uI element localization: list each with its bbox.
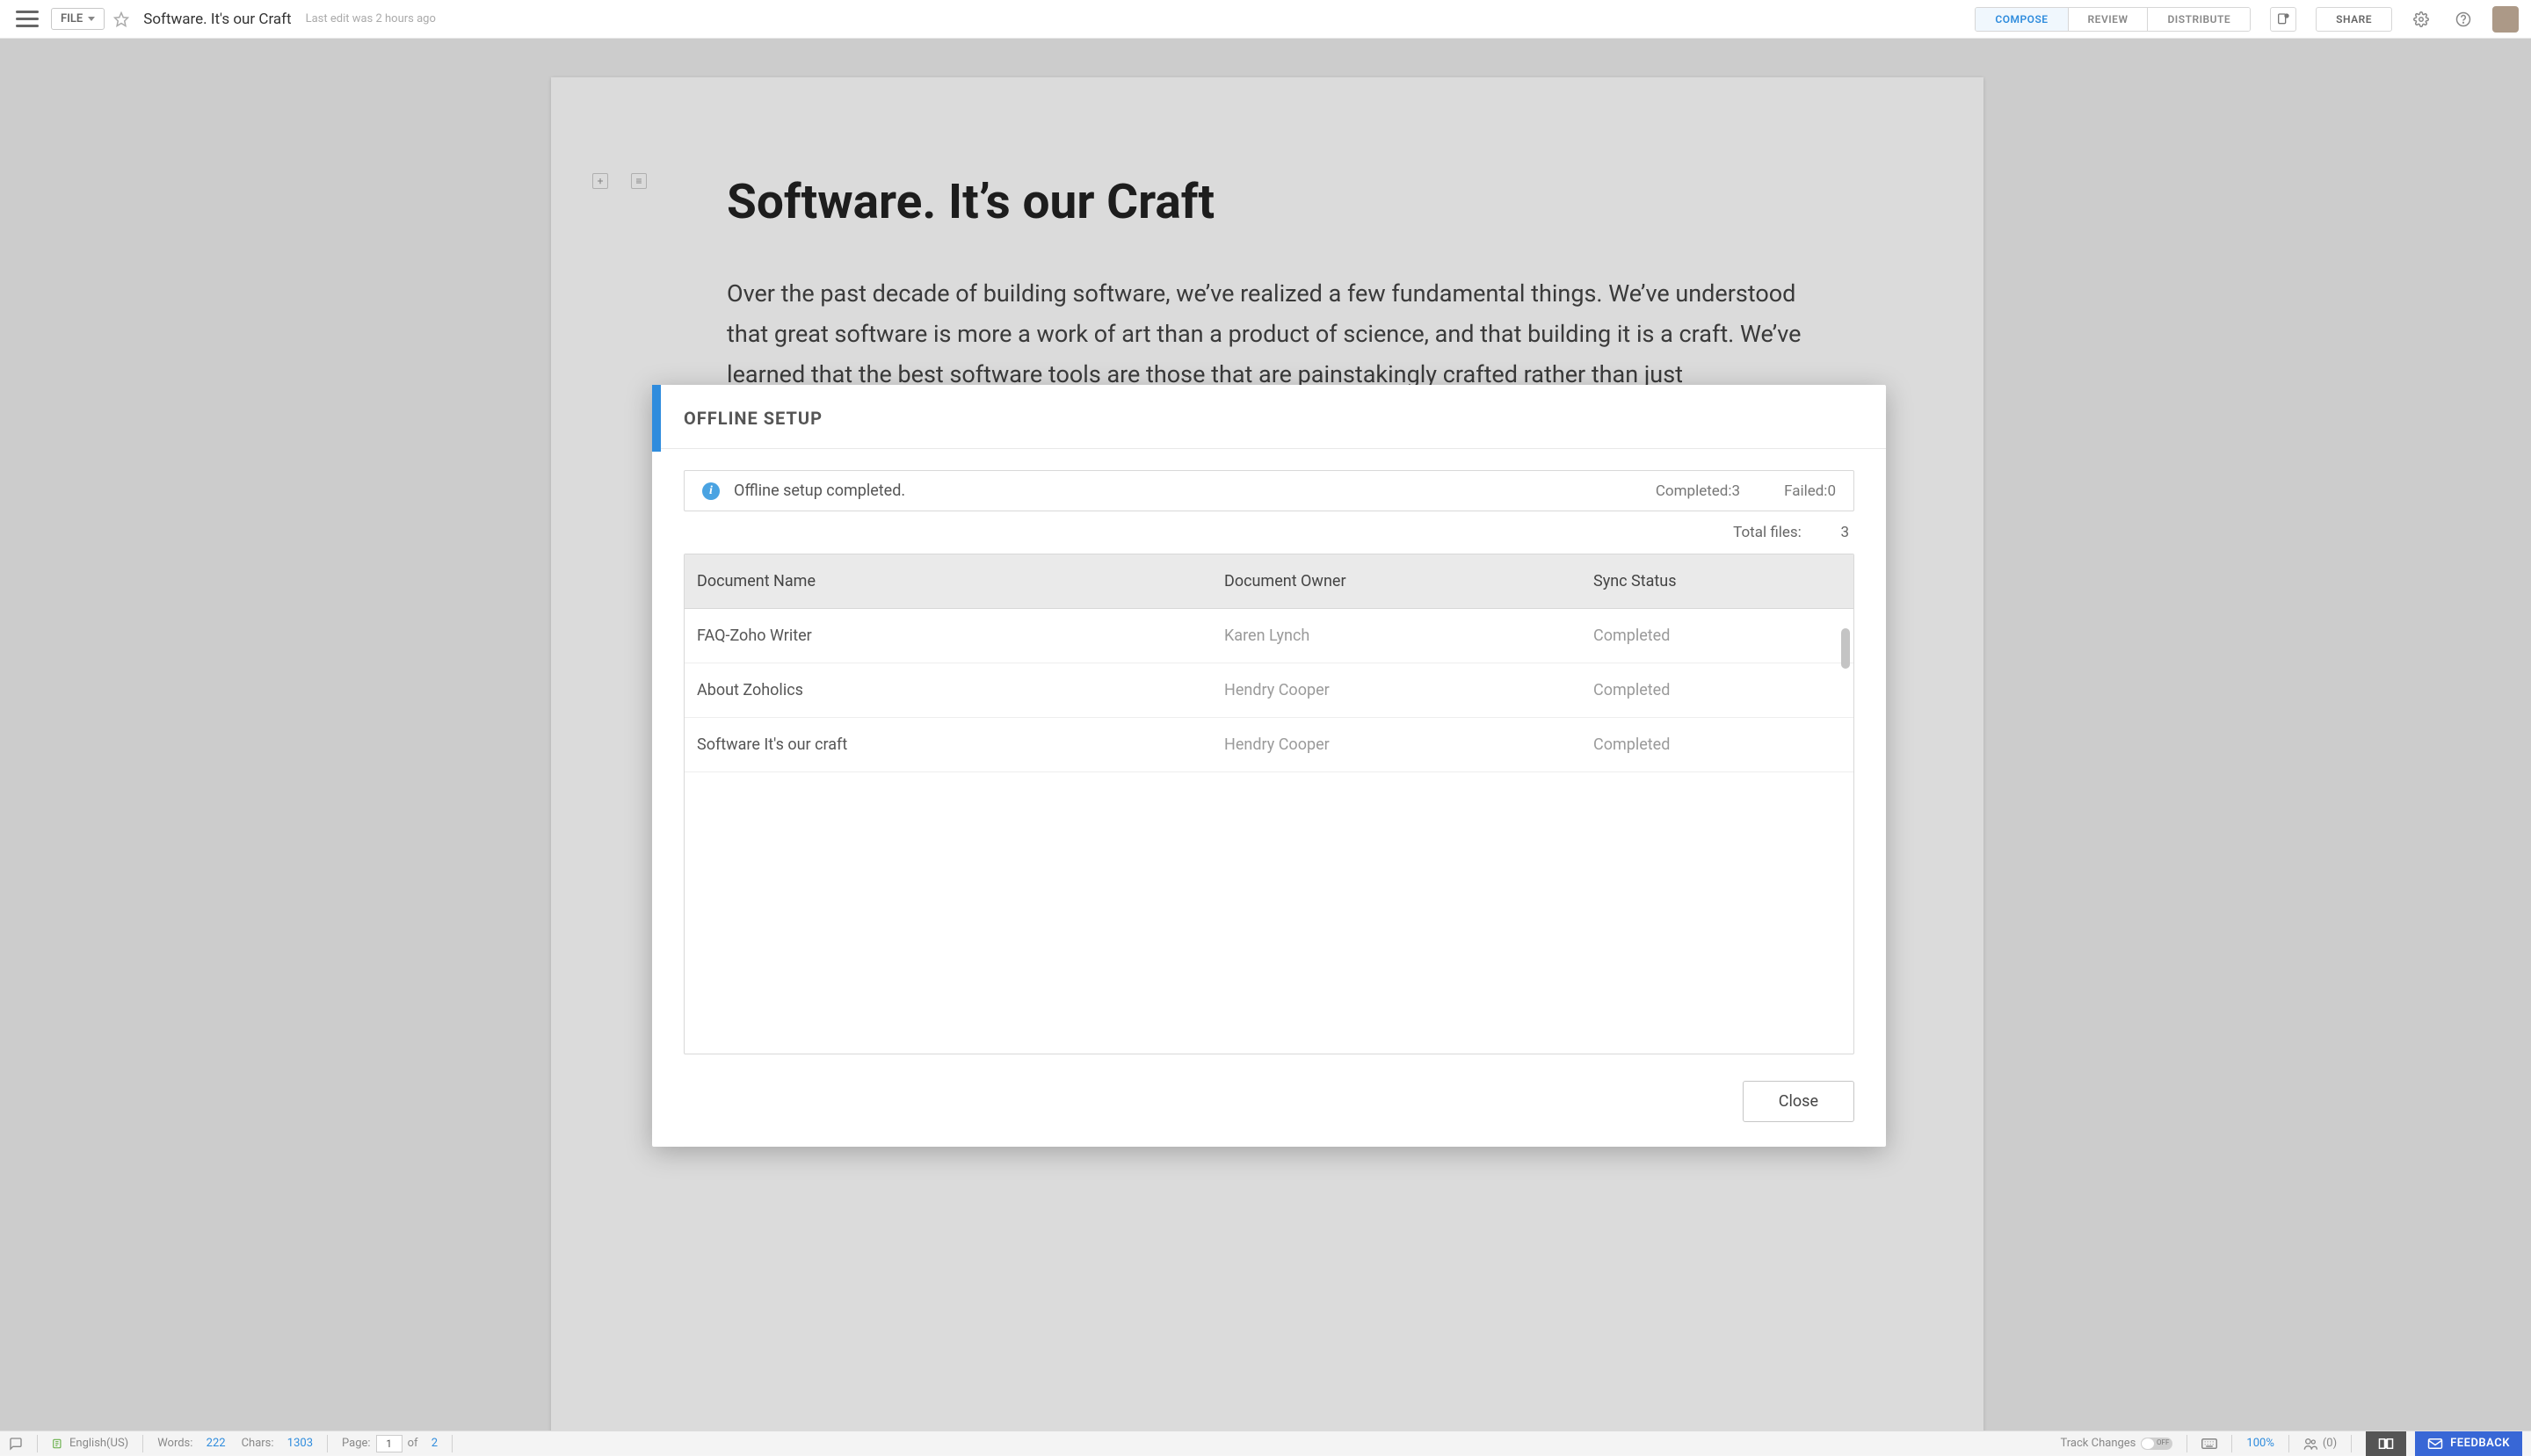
- scrollbar-thumb[interactable]: [1841, 628, 1850, 669]
- tab-compose[interactable]: COMPOSE: [1976, 8, 2068, 31]
- word-count: Words: 222: [157, 1437, 225, 1450]
- offline-setup-modal: OFFLINE SETUP i Offline setup completed.…: [652, 385, 1886, 1147]
- col-document-name: Document Name: [685, 554, 1212, 608]
- failed-count: Failed:0: [1784, 482, 1836, 500]
- comments-icon[interactable]: [9, 1437, 23, 1451]
- total-files: Total files: 3: [684, 518, 1854, 554]
- document-title: Software. It's our Craft: [143, 11, 291, 28]
- keyboard-icon[interactable]: [2201, 1438, 2217, 1449]
- modal-accent-bar: [652, 385, 661, 452]
- menu-icon[interactable]: [12, 7, 42, 32]
- app-header: FILE Software. It's our Craft Last edit …: [0, 0, 2531, 39]
- notifications-icon[interactable]: [2270, 7, 2296, 32]
- cell-doc-owner: Karen Lynch: [1212, 609, 1581, 663]
- user-avatar[interactable]: [2492, 6, 2519, 33]
- workspace: Software. It’s our Craft Over the past d…: [0, 39, 2531, 1431]
- zoom-level[interactable]: 100%: [2246, 1437, 2274, 1450]
- language-selector[interactable]: English(US): [52, 1437, 128, 1450]
- page-input[interactable]: [376, 1435, 402, 1452]
- cell-doc-name: FAQ-Zoho Writer: [685, 609, 1212, 663]
- info-icon: i: [702, 482, 720, 500]
- cell-doc-name: Software It's our craft: [685, 718, 1212, 771]
- close-button[interactable]: Close: [1743, 1081, 1854, 1122]
- reading-mode-icon[interactable]: [2366, 1431, 2406, 1456]
- cell-doc-owner: Hendry Cooper: [1212, 663, 1581, 717]
- info-bar: i Offline setup completed. Completed:3 F…: [684, 470, 1854, 511]
- feedback-button[interactable]: FEEDBACK: [2415, 1431, 2522, 1456]
- track-changes-toggle[interactable]: Track Changes OFF: [2061, 1437, 2173, 1450]
- cell-sync-status: Completed: [1581, 663, 1853, 717]
- status-bar: English(US) Words: 222 Chars: 1303 Page:…: [0, 1431, 2531, 1455]
- toggle-switch[interactable]: OFF: [2141, 1438, 2172, 1450]
- table-row: About Zoholics Hendry Cooper Completed: [685, 663, 1853, 718]
- tab-review[interactable]: REVIEW: [2069, 8, 2149, 31]
- favorite-star-icon[interactable]: [113, 11, 129, 27]
- page-indicator: Page: of 2: [342, 1435, 438, 1452]
- table-header: Document Name Document Owner Sync Status: [685, 554, 1853, 609]
- cell-sync-status: Completed: [1581, 609, 1853, 663]
- tab-distribute[interactable]: DISTRIBUTE: [2148, 8, 2250, 31]
- collaborators[interactable]: (0): [2303, 1437, 2337, 1450]
- sync-table: Document Name Document Owner Sync Status…: [684, 554, 1854, 1054]
- info-text: Offline setup completed.: [734, 482, 905, 500]
- gear-icon[interactable]: [2408, 7, 2434, 32]
- completed-count: Completed:3: [1656, 482, 1740, 500]
- col-document-owner: Document Owner: [1212, 554, 1581, 608]
- file-menu-button[interactable]: FILE: [51, 8, 105, 30]
- cell-sync-status: Completed: [1581, 718, 1853, 771]
- col-sync-status: Sync Status: [1581, 554, 1853, 608]
- cell-doc-name: About Zoholics: [685, 663, 1212, 717]
- table-row: Software It's our craft Hendry Cooper Co…: [685, 718, 1853, 772]
- share-button[interactable]: SHARE: [2316, 7, 2392, 32]
- help-icon[interactable]: [2450, 7, 2477, 32]
- table-row: FAQ-Zoho Writer Karen Lynch Completed: [685, 609, 1853, 663]
- last-edit-text: Last edit was 2 hours ago: [306, 12, 436, 25]
- file-menu-label: FILE: [61, 12, 83, 25]
- cell-doc-owner: Hendry Cooper: [1212, 718, 1581, 771]
- modal-title: OFFLINE SETUP: [652, 385, 1886, 449]
- char-count: Chars: 1303: [242, 1437, 313, 1450]
- mode-tabs: COMPOSE REVIEW DISTRIBUTE: [1975, 7, 2251, 32]
